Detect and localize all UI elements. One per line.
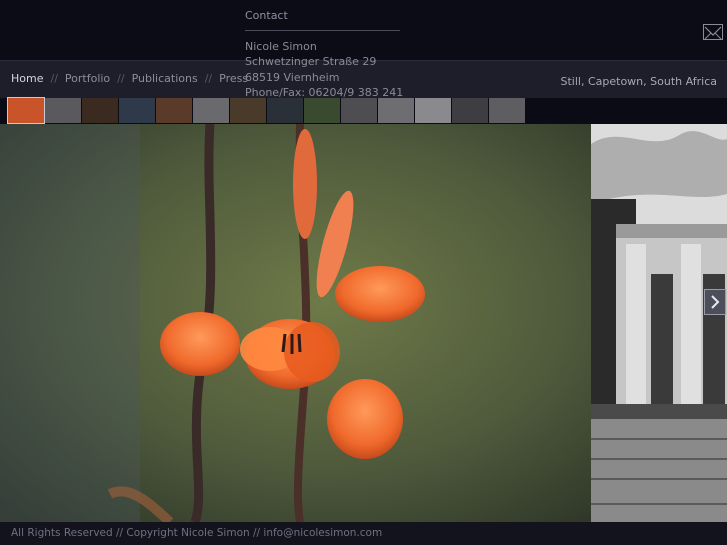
contact-phone: Phone/Fax: 06204/9 383 241	[245, 86, 404, 99]
thumbnail[interactable]	[45, 98, 81, 123]
contact-street: Schwetzinger Straße 29	[245, 55, 377, 68]
thumbnail[interactable]	[267, 98, 303, 123]
thumbnail[interactable]	[7, 97, 45, 124]
thumbnail[interactable]	[156, 98, 192, 123]
main-photo[interactable]	[0, 124, 591, 522]
nav-separator: //	[117, 72, 125, 85]
thumbnail[interactable]	[452, 98, 488, 123]
contact-city: 68519 Viernheim	[245, 70, 340, 84]
nav-home[interactable]: Home	[11, 72, 43, 85]
thumbnail[interactable]	[341, 98, 377, 123]
nav-separator: //	[50, 72, 58, 85]
nav-publications[interactable]: Publications	[132, 72, 198, 85]
nav-portfolio[interactable]: Portfolio	[65, 72, 110, 85]
thumbnail[interactable]	[119, 98, 155, 123]
mail-icon[interactable]	[703, 24, 723, 40]
thumbnail[interactable]	[193, 98, 229, 123]
nav-press[interactable]: Press	[219, 72, 248, 85]
thumbnail[interactable]	[489, 98, 525, 123]
contact-name: Nicole Simon	[245, 39, 317, 53]
top-bar: Contact Nicole Simon Schwetzinger Straße…	[0, 0, 727, 99]
contact-panel: Contact Nicole Simon Schwetzinger Straße…	[245, 8, 405, 101]
thumbnail[interactable]	[82, 98, 118, 123]
chevron-right-icon[interactable]	[704, 289, 726, 315]
thumbnail[interactable]	[378, 98, 414, 123]
footer: All Rights Reserved // Copyright Nicole …	[0, 522, 727, 545]
thumbnail[interactable]	[304, 98, 340, 123]
contact-divider	[245, 29, 400, 31]
thumbnail[interactable]	[415, 98, 451, 123]
main-nav: Home // Portfolio // Publications // Pre…	[11, 72, 248, 85]
next-photo-preview[interactable]	[591, 124, 727, 522]
contact-title: Contact	[245, 9, 288, 22]
thumbnail[interactable]	[230, 98, 266, 123]
mail-envelope-glyph	[704, 26, 722, 40]
thumbnail-strip	[7, 97, 525, 124]
nav-separator: //	[204, 72, 213, 85]
footer-text: All Rights Reserved // Copyright Nicole …	[11, 527, 383, 539]
image-caption: Still, Capetown, South Africa	[560, 75, 717, 88]
flower-photo	[0, 124, 591, 522]
chevron-right-glyph	[711, 295, 720, 309]
building-photo	[591, 124, 727, 522]
